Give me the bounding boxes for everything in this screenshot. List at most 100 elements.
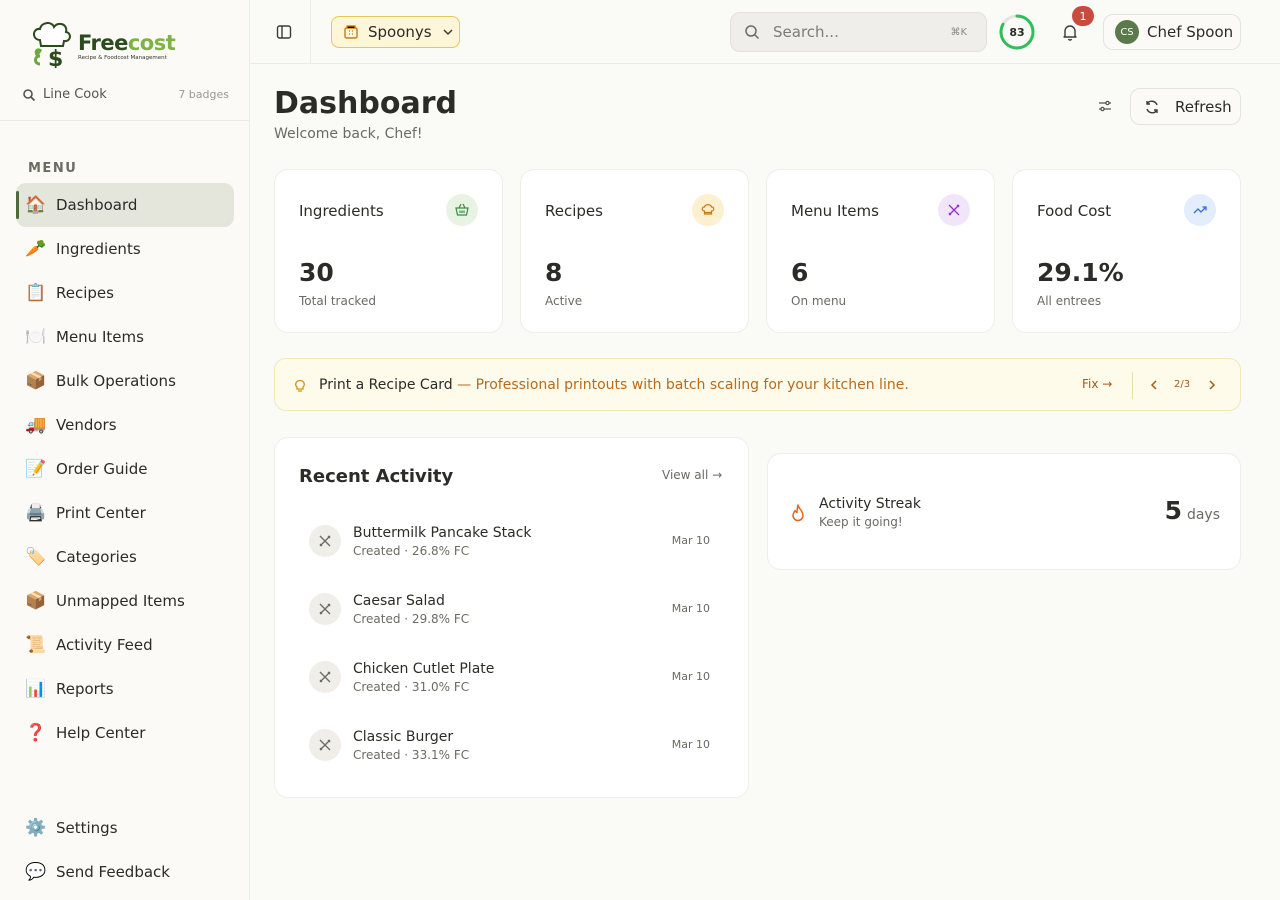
user-menu-button[interactable]: CS Chef Spoon (1103, 14, 1241, 50)
package-icon: 📦 (25, 591, 47, 611)
sidebar: $ Freecost Recipe & Foodcost Management … (0, 0, 250, 900)
sidebar-item-label: Help Center (56, 724, 146, 742)
stat-card-ingredients[interactable]: Ingredients 30 Total tracked (274, 169, 503, 333)
list-item[interactable]: Buttermilk Pancake Stack Created · 26.8% … (299, 507, 726, 575)
clipboard-icon: 📋 (25, 283, 47, 303)
scroll-icon: 📜 (25, 635, 47, 655)
refresh-label: Refresh (1175, 97, 1232, 116)
role-row[interactable]: Line Cook 7 badges (22, 87, 229, 102)
sidebar-item-help-center[interactable]: ❓ Help Center (16, 711, 234, 755)
list-item[interactable]: Chicken Cutlet Plate Created · 31.0% FC M… (299, 643, 726, 711)
activity-meta: Created · 33.1% FC (353, 747, 470, 762)
top-bar: Spoonys Search... ⌘K 83 1 CS Chef Spoon (250, 0, 1280, 64)
score-ring[interactable]: 83 (998, 13, 1036, 51)
sidebar-item-menu-items[interactable]: 🍽️ Menu Items (16, 315, 234, 359)
sidebar-item-unmapped-items[interactable]: 📦 Unmapped Items (16, 579, 234, 623)
list-item[interactable]: Caesar Salad Created · 29.8% FC Mar 10 (299, 575, 726, 643)
stat-title: Menu Items (791, 202, 879, 220)
memo-icon: 📝 (25, 459, 47, 479)
refresh-button[interactable]: Refresh (1130, 88, 1241, 125)
customize-button[interactable] (1095, 96, 1115, 116)
page-subtitle: Welcome back, Chef! (274, 126, 423, 142)
activity-meta: Created · 31.0% FC (353, 679, 470, 694)
sidebar-item-ingredients[interactable]: 🥕 Ingredients (16, 227, 234, 271)
stat-title: Ingredients (299, 202, 384, 220)
tag-icon: 🏷️ (25, 547, 47, 567)
streak-title: Activity Streak (819, 496, 921, 512)
search-placeholder: Search... (773, 23, 839, 41)
stat-card-food-cost[interactable]: Food Cost 29.1% All entrees (1012, 169, 1241, 333)
tip-title: Print a Recipe Card (319, 377, 453, 393)
sidebar-item-order-guide[interactable]: 📝 Order Guide (16, 447, 234, 491)
sidebar-item-activity-feed[interactable]: 📜 Activity Feed (16, 623, 234, 667)
chevron-right-icon[interactable] (1205, 378, 1219, 392)
stat-card-menu-items[interactable]: Menu Items 6 On menu (766, 169, 995, 333)
list-item[interactable]: Classic Burger Created · 33.1% FC Mar 10 (299, 711, 726, 779)
score-value: 83 (1009, 25, 1025, 39)
tip-banner: Print a Recipe Card — Professional print… (274, 358, 1241, 411)
sidebar-item-reports[interactable]: 📊 Reports (16, 667, 234, 711)
activity-list: Buttermilk Pancake Stack Created · 26.8% … (299, 507, 726, 779)
sidebar-item-print-center[interactable]: 🖨️ Print Center (16, 491, 234, 535)
view-all-link[interactable]: View all → (662, 468, 722, 482)
stat-card-recipes[interactable]: Recipes 8 Active (520, 169, 749, 333)
stat-value: 29.1% (1037, 258, 1124, 287)
streak-value: 5 (1164, 496, 1182, 525)
topbar-divider (310, 0, 311, 64)
sidebar-item-label: Print Center (56, 504, 146, 522)
stat-subtitle: All entrees (1037, 294, 1102, 308)
activity-name: Chicken Cutlet Plate (353, 660, 495, 677)
tip-page-indicator: 2/3 (1174, 379, 1191, 390)
sidebar-item-label: Order Guide (56, 460, 148, 478)
trending-up-icon (1184, 194, 1216, 226)
sidebar-item-label: Activity Feed (56, 636, 153, 654)
sidebar-item-label: Unmapped Items (56, 592, 185, 610)
tip-fix-link[interactable]: Fix → (1082, 377, 1112, 391)
stat-value: 6 (791, 258, 809, 287)
sidebar-item-recipes[interactable]: 📋 Recipes (16, 271, 234, 315)
stat-value: 8 (545, 258, 563, 287)
chevron-down-icon (443, 29, 453, 36)
utensils-icon (309, 525, 341, 557)
sidebar-item-vendors[interactable]: 🚚 Vendors (16, 403, 234, 447)
tip-divider (1132, 372, 1133, 399)
stat-subtitle: Active (545, 294, 583, 308)
badges-count[interactable]: 7 badges (178, 88, 229, 101)
activity-streak-card: Activity Streak Keep it going! 5 days (767, 453, 1241, 570)
sidebar-item-label: Vendors (56, 416, 117, 434)
bar-chart-icon: 📊 (25, 679, 47, 699)
sidebar-item-label: Categories (56, 548, 137, 566)
lightbulb-icon (295, 379, 305, 392)
search-shortcut: ⌘K (950, 26, 967, 38)
store-selector[interactable]: Spoonys (331, 16, 460, 48)
sidebar-item-settings[interactable]: ⚙️ Settings (16, 806, 234, 850)
question-mark-icon: ❓ (25, 723, 47, 743)
recent-activity-card: Recent Activity View all → Buttermilk Pa… (274, 437, 749, 798)
gear-icon: ⚙️ (25, 818, 47, 838)
activity-date: Mar 10 (671, 670, 710, 683)
chef-hat-icon (692, 194, 724, 226)
stat-subtitle: Total tracked (299, 294, 376, 308)
sidebar-divider (0, 120, 249, 121)
search-input[interactable]: Search... ⌘K (730, 12, 987, 52)
sidebar-item-bulk-operations[interactable]: 📦 Bulk Operations (16, 359, 234, 403)
sidebar-item-categories[interactable]: 🏷️ Categories (16, 535, 234, 579)
sidebar-item-label: Dashboard (56, 196, 138, 214)
truck-icon: 🚚 (25, 415, 47, 435)
sidebar-item-label: Ingredients (56, 240, 141, 258)
activity-name: Classic Burger (353, 728, 454, 745)
refresh-icon (1146, 100, 1158, 113)
sidebar-item-label: Settings (56, 819, 118, 837)
svg-text:$: $ (48, 47, 63, 68)
sidebar-item-label: Send Feedback (56, 863, 170, 881)
sidebar-toggle-button[interactable] (272, 20, 296, 44)
activity-name: Buttermilk Pancake Stack (353, 524, 532, 541)
sidebar-item-send-feedback[interactable]: 💬 Send Feedback (16, 850, 234, 894)
activity-date: Mar 10 (671, 602, 710, 615)
logo[interactable]: $ Freecost Recipe & Foodcost Management (30, 20, 176, 72)
chevron-left-icon[interactable] (1147, 378, 1161, 392)
chef-hat-dollar-logo-icon: $ (30, 20, 74, 72)
sidebar-item-dashboard[interactable]: 🏠 Dashboard (16, 183, 234, 227)
utensils-icon (309, 661, 341, 693)
sidebar-item-label: Reports (56, 680, 114, 698)
